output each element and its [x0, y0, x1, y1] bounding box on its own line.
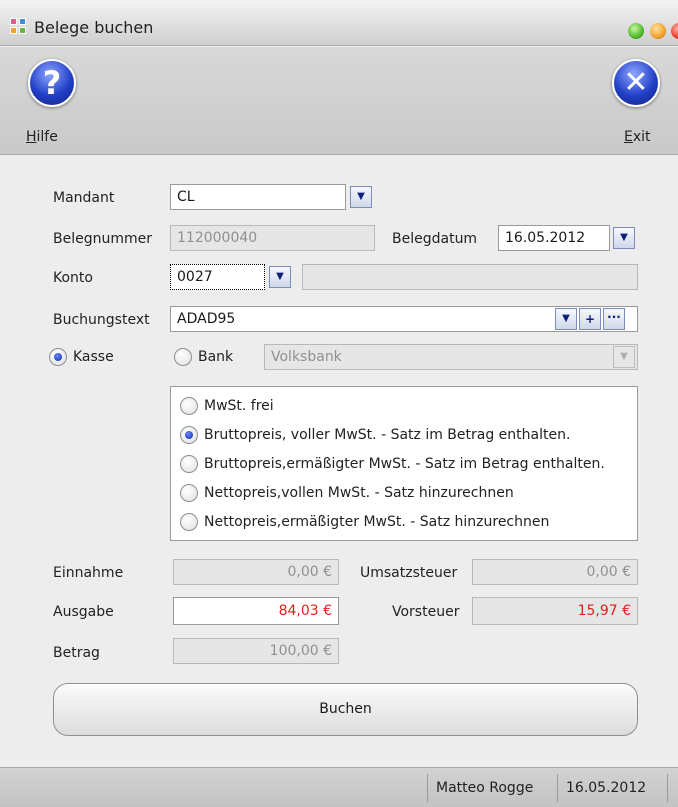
add-buchungstext-button[interactable]: +	[579, 308, 601, 330]
kasse-label: Kasse	[73, 349, 114, 365]
buchen-button[interactable]: Buchen	[53, 683, 638, 736]
mwst-option-radio[interactable]	[180, 397, 198, 415]
more-buchungstext-button[interactable]: ···	[603, 308, 625, 330]
mwst-option-label: MwSt. frei	[204, 398, 274, 414]
maximize-button[interactable]	[628, 23, 644, 39]
belegdatum-dropdown-button[interactable]: ▼	[613, 227, 635, 249]
status-separator	[557, 774, 558, 802]
einnahme-field: 0,00 €	[173, 559, 339, 585]
bank-dropdown-button: ▼	[613, 346, 635, 368]
mwst-options-group: MwSt. frei Bruttopreis, voller MwSt. - S…	[170, 386, 638, 541]
toolbar: ? Hilfe ✕ Exit	[0, 47, 678, 155]
exit-button[interactable]: ✕ Exit	[604, 59, 664, 149]
mwst-option-radio[interactable]	[180, 426, 198, 444]
mandant-dropdown-button[interactable]: ▼	[350, 186, 372, 208]
mandant-label: Mandant	[53, 190, 115, 206]
mwst-option-label: Bruttopreis,ermäßigter MwSt. - Satz im B…	[204, 456, 605, 472]
buchungstext-label: Buchungstext	[53, 312, 150, 328]
close-icon: ✕	[612, 59, 660, 107]
status-date: 16.05.2012	[566, 780, 647, 796]
app-icon	[10, 18, 28, 36]
einnahme-label: Einnahme	[53, 565, 124, 581]
ausgabe-label: Ausgabe	[53, 604, 114, 620]
buchungstext-dropdown-button[interactable]: ▼	[555, 308, 577, 330]
window-title: Belege buchen	[34, 18, 154, 37]
betrag-field: 100,00 €	[173, 638, 339, 664]
belegnummer-field: 112000040	[170, 225, 375, 251]
mwst-option-radio[interactable]	[180, 455, 198, 473]
mwst-option-label: Bruttopreis, voller MwSt. - Satz im Betr…	[204, 427, 571, 443]
status-separator	[667, 774, 668, 802]
close-window-button[interactable]	[671, 23, 678, 39]
mwst-option-radio[interactable]	[180, 484, 198, 502]
help-button[interactable]: ? Hilfe	[26, 59, 86, 149]
bank-label: Bank	[198, 349, 234, 365]
belege-buchen-window: Belege buchen ? Hilfe ✕ Exit Mandant CL …	[0, 0, 678, 807]
help-label: Hilfe	[26, 129, 58, 145]
kasse-radio[interactable]	[49, 348, 67, 366]
status-separator	[427, 774, 428, 802]
vorsteuer-field: 15,97 €	[472, 597, 638, 625]
mwst-option-label: Nettopreis,vollen MwSt. - Satz hinzurech…	[204, 485, 514, 501]
belegdatum-field[interactable]: 16.05.2012	[498, 225, 610, 251]
vorsteuer-label: Vorsteuer	[392, 604, 460, 620]
status-bar: Matteo Rogge 16.05.2012	[0, 767, 678, 807]
ausgabe-field[interactable]: 84,03 €	[173, 597, 339, 625]
konto-label: Konto	[53, 270, 93, 286]
konto-name-field	[302, 264, 638, 290]
status-user: Matteo Rogge	[436, 780, 534, 796]
konto-dropdown-button[interactable]: ▼	[269, 266, 291, 288]
minimize-button[interactable]	[650, 23, 666, 39]
betrag-label: Betrag	[53, 645, 100, 661]
mwst-option-radio[interactable]	[180, 513, 198, 531]
mwst-option-label: Nettopreis,ermäßigter MwSt. - Satz hinzu…	[204, 514, 550, 530]
title-bar[interactable]: Belege buchen	[0, 0, 678, 46]
bank-select: Volksbank	[264, 344, 638, 370]
umsatzsteuer-field: 0,00 €	[472, 559, 638, 585]
belegnummer-label: Belegnummer	[53, 231, 152, 247]
konto-select[interactable]: 0027	[170, 264, 265, 290]
exit-label: Exit	[624, 129, 651, 145]
help-icon: ?	[28, 59, 76, 107]
umsatzsteuer-label: Umsatzsteuer	[360, 565, 458, 581]
bank-radio[interactable]	[174, 348, 192, 366]
belegdatum-label: Belegdatum	[392, 231, 478, 247]
mandant-select[interactable]: CL	[170, 184, 346, 210]
